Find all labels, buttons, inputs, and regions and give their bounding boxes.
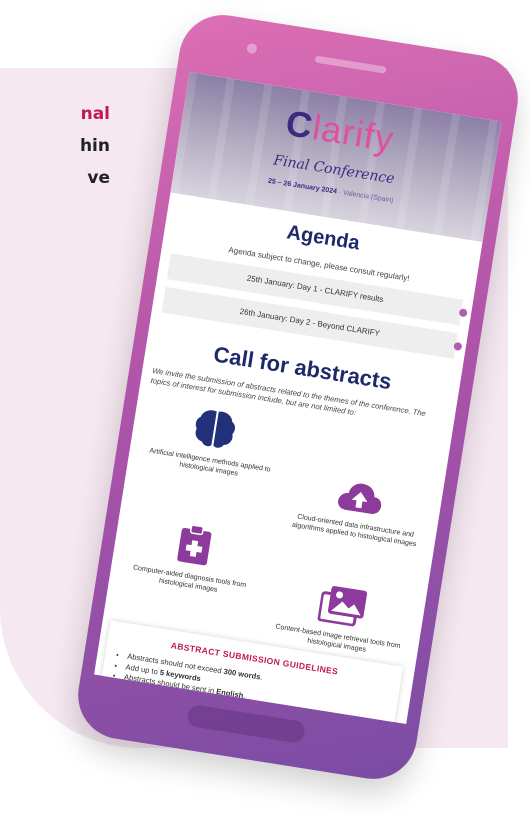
side-text-line-1: nal <box>80 104 110 124</box>
expand-icon[interactable] <box>458 308 468 318</box>
phone-camera <box>246 42 258 55</box>
topic-cloud-infrastructure: Cloud-oriented data infrastructure and a… <box>279 468 437 551</box>
phone-speaker <box>314 55 387 74</box>
cloud-upload-icon <box>338 483 382 514</box>
topic-label: Cloud-oriented data infrastructure and a… <box>291 513 417 549</box>
topic-ai-methods: Artificial intelligence methods applied … <box>134 397 292 486</box>
topic-label: Content-based image retrieval tools from… <box>274 623 401 654</box>
home-button[interactable] <box>186 703 307 745</box>
side-text: nal hin ve <box>0 98 110 194</box>
side-text-line-3: ve <box>87 168 110 188</box>
expand-icon[interactable] <box>453 341 463 351</box>
agenda-day-1-label: 25th January: Day 1 - CLARIFY results <box>246 273 385 305</box>
clipboard-medical-icon <box>177 524 212 566</box>
side-text-line-2: hin <box>79 136 110 156</box>
topic-label: Artificial intelligence methods applied … <box>148 447 272 478</box>
agenda-day-2-label: 26th January: Day 2 - Beyond CLARIFY <box>239 306 381 338</box>
images-icon <box>317 586 368 627</box>
topic-label: Computer-aided diagnosis tools from hist… <box>132 564 247 594</box>
topic-computer-aided-diagnosis: Computer-aided diagnosis tools from hist… <box>113 513 271 602</box>
brain-icon <box>195 410 236 448</box>
topics-grid: Artificial intelligence methods applied … <box>103 390 451 669</box>
